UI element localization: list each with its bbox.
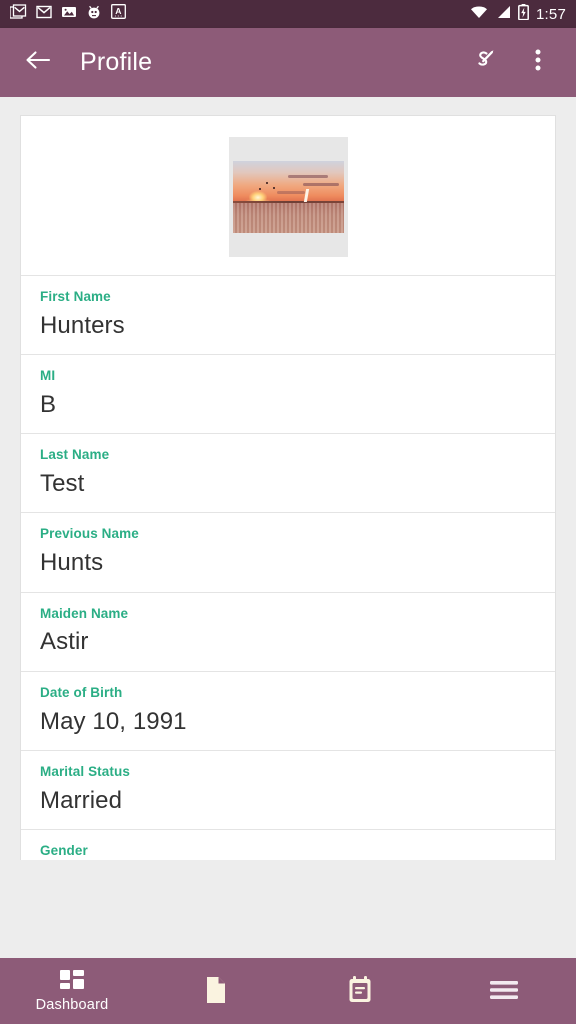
field-row[interactable]: First Name Hunters <box>21 275 555 354</box>
field-row[interactable]: Date of Birth May 10, 1991 <box>21 670 555 750</box>
field-value: Married <box>40 786 123 814</box>
cloud <box>302 183 339 186</box>
nav-item-menu[interactable] <box>432 958 576 1024</box>
field-value: Hunts <box>40 549 104 577</box>
cellular-signal-icon <box>495 5 511 24</box>
dashboard-grid-icon <box>59 969 85 995</box>
profile-content-scroll[interactable]: First Name Hunters MI B Last Name Test P… <box>0 97 576 958</box>
field-label: Date of Birth <box>40 684 123 700</box>
nav-item-dashboard[interactable]: Dashboard <box>0 958 144 1024</box>
profile-photo-container[interactable] <box>21 116 555 275</box>
water <box>232 203 344 233</box>
bug-droid-icon <box>86 4 102 25</box>
nav-item-documents[interactable] <box>144 958 288 1024</box>
overflow-menu-button[interactable] <box>516 41 560 85</box>
field-value: Hunters <box>40 311 125 339</box>
page-title: Profile <box>80 48 153 76</box>
back-button[interactable] <box>16 41 60 85</box>
field-value: Astir <box>40 628 89 656</box>
status-bar-notifications: A <box>9 3 126 25</box>
back-arrow-icon <box>25 49 51 76</box>
calendar-note-icon <box>347 975 373 1003</box>
overflow-menu-icon <box>535 48 541 77</box>
bird <box>272 187 275 189</box>
document-page-icon <box>204 976 228 1003</box>
wifi-icon <box>470 5 488 24</box>
cloud <box>287 175 328 178</box>
bird <box>265 182 268 184</box>
field-label: Last Name <box>40 447 110 463</box>
field-value: Test <box>40 470 85 498</box>
status-bar: A 1:57 <box>0 0 576 28</box>
battery-charging-icon <box>518 3 529 25</box>
app-bar: Profile <box>0 28 576 97</box>
field-row[interactable]: MI B <box>21 354 555 433</box>
app-bar-actions <box>462 41 560 85</box>
status-bar-system: 1:57 <box>470 3 566 25</box>
profile-card: First Name Hunters MI B Last Name Test P… <box>20 115 556 860</box>
font-a-icon: A <box>111 4 126 24</box>
bottom-navigation-bar: Dashboard <box>0 958 576 1024</box>
field-value: May 10, 1991 <box>40 707 187 735</box>
hamburger-menu-icon <box>489 977 519 1003</box>
cloud <box>276 191 305 194</box>
field-row[interactable]: Last Name Test <box>21 433 555 512</box>
gmail-stacked-icon <box>9 3 27 25</box>
profile-photo <box>232 161 344 233</box>
field-label: Previous Name <box>40 526 139 542</box>
field-label: MI <box>40 368 56 384</box>
field-label: Marital Status <box>40 763 130 779</box>
field-label: First Name <box>40 289 111 304</box>
profile-photo-frame <box>228 137 348 257</box>
signature-icon <box>470 46 498 79</box>
profile-screen: A 1:57 Profile First Name Hunters MI B L… <box>0 0 576 1024</box>
bird <box>258 188 261 190</box>
field-label: Maiden Name <box>40 605 129 621</box>
nav-item-calendar[interactable] <box>288 958 432 1024</box>
field-row[interactable]: Previous Name Hunts <box>21 512 555 591</box>
svg-text:A: A <box>115 6 121 16</box>
gmail-icon <box>36 4 52 25</box>
signature-button[interactable] <box>462 41 506 85</box>
field-row[interactable]: Maiden Name Astir <box>21 591 555 671</box>
field-row[interactable]: Gender <box>21 828 555 860</box>
field-row[interactable]: Marital Status Married <box>21 749 555 829</box>
field-value: B <box>40 391 57 419</box>
nav-label-dashboard: Dashboard <box>35 997 109 1014</box>
field-label: Gender <box>40 842 88 858</box>
image-icon <box>61 4 77 25</box>
status-bar-clock: 1:57 <box>536 5 566 23</box>
